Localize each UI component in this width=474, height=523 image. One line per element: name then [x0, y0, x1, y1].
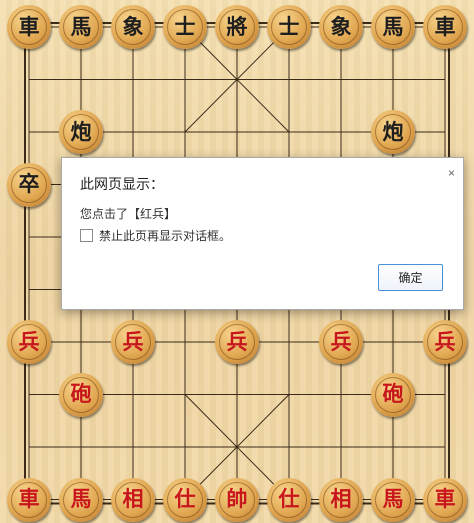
red-piece[interactable]: 馬 [59, 477, 103, 522]
black-piece[interactable]: 車 [423, 5, 467, 49]
dialog-message: 您点击了【红兵】 [80, 207, 177, 221]
red-piece[interactable]: 兵 [319, 320, 363, 364]
suppress-dialogs-option[interactable]: 禁止此页再显示对话框。 [80, 227, 231, 244]
red-piece[interactable]: 砲 [371, 372, 415, 417]
red-piece[interactable]: 兵 [111, 320, 155, 364]
piece-label: 馬 [70, 14, 92, 39]
piece-label: 兵 [18, 329, 40, 354]
piece-label: 馬 [382, 487, 404, 511]
black-piece[interactable]: 象 [319, 5, 363, 49]
piece-label: 馬 [70, 487, 92, 511]
piece-label: 相 [122, 487, 144, 511]
piece-label: 車 [18, 487, 40, 511]
piece-label: 仕 [174, 487, 196, 511]
red-piece[interactable]: 車 [7, 477, 51, 522]
red-piece[interactable]: 兵 [7, 320, 51, 364]
piece-label: 卒 [18, 172, 40, 196]
black-piece[interactable]: 將 [215, 5, 259, 49]
black-piece[interactable]: 士 [163, 5, 207, 49]
piece-label: 相 [330, 487, 352, 511]
black-piece[interactable]: 炮 [371, 110, 415, 154]
piece-label: 士 [174, 14, 196, 39]
piece-label: 砲 [382, 382, 404, 406]
red-piece[interactable]: 馬 [371, 477, 415, 522]
red-piece[interactable]: 砲 [59, 372, 103, 417]
suppress-dialogs-checkbox[interactable] [80, 229, 93, 242]
black-piece[interactable]: 象 [111, 5, 155, 49]
piece-label: 仕 [278, 487, 300, 511]
black-piece[interactable]: 炮 [59, 110, 103, 154]
ok-button[interactable]: 确定 [378, 264, 443, 291]
piece-label: 象 [330, 14, 352, 39]
piece-label: 炮 [70, 119, 92, 144]
piece-label: 砲 [70, 382, 92, 406]
piece-label: 車 [434, 487, 456, 511]
red-piece[interactable]: 車 [423, 477, 467, 522]
suppress-dialogs-label[interactable]: 禁止此页再显示对话框。 [99, 227, 231, 244]
piece-label: 兵 [122, 329, 144, 354]
red-piece[interactable]: 仕 [267, 477, 311, 522]
piece-label: 象 [122, 14, 144, 39]
piece-label: 士 [278, 14, 300, 39]
close-icon[interactable]: × [448, 166, 455, 180]
red-piece[interactable]: 仕 [163, 477, 207, 522]
black-piece[interactable]: 士 [267, 5, 311, 49]
piece-label: 帥 [226, 487, 248, 511]
piece-label: 兵 [330, 329, 352, 354]
piece-label: 將 [226, 14, 248, 39]
black-piece[interactable]: 馬 [59, 5, 103, 49]
black-piece[interactable]: 馬 [371, 5, 415, 49]
red-piece[interactable]: 相 [319, 477, 363, 522]
piece-label: 車 [18, 14, 40, 39]
red-piece[interactable]: 兵 [423, 320, 467, 364]
piece-label: 車 [434, 14, 456, 39]
red-piece[interactable]: 相 [111, 477, 155, 522]
red-piece[interactable]: 帥 [215, 477, 259, 522]
dialog-title: 此网页显示： [80, 176, 164, 192]
black-piece[interactable]: 卒 [7, 162, 51, 207]
black-piece[interactable]: 車 [7, 5, 51, 49]
piece-label: 馬 [382, 14, 404, 39]
piece-label: 兵 [226, 329, 248, 354]
alert-dialog: 此网页显示： × 您点击了【红兵】 禁止此页再显示对话框。 确定 [61, 157, 464, 310]
piece-label: 炮 [382, 119, 404, 144]
piece-label: 兵 [434, 329, 456, 354]
red-piece[interactable]: 兵 [215, 320, 259, 364]
